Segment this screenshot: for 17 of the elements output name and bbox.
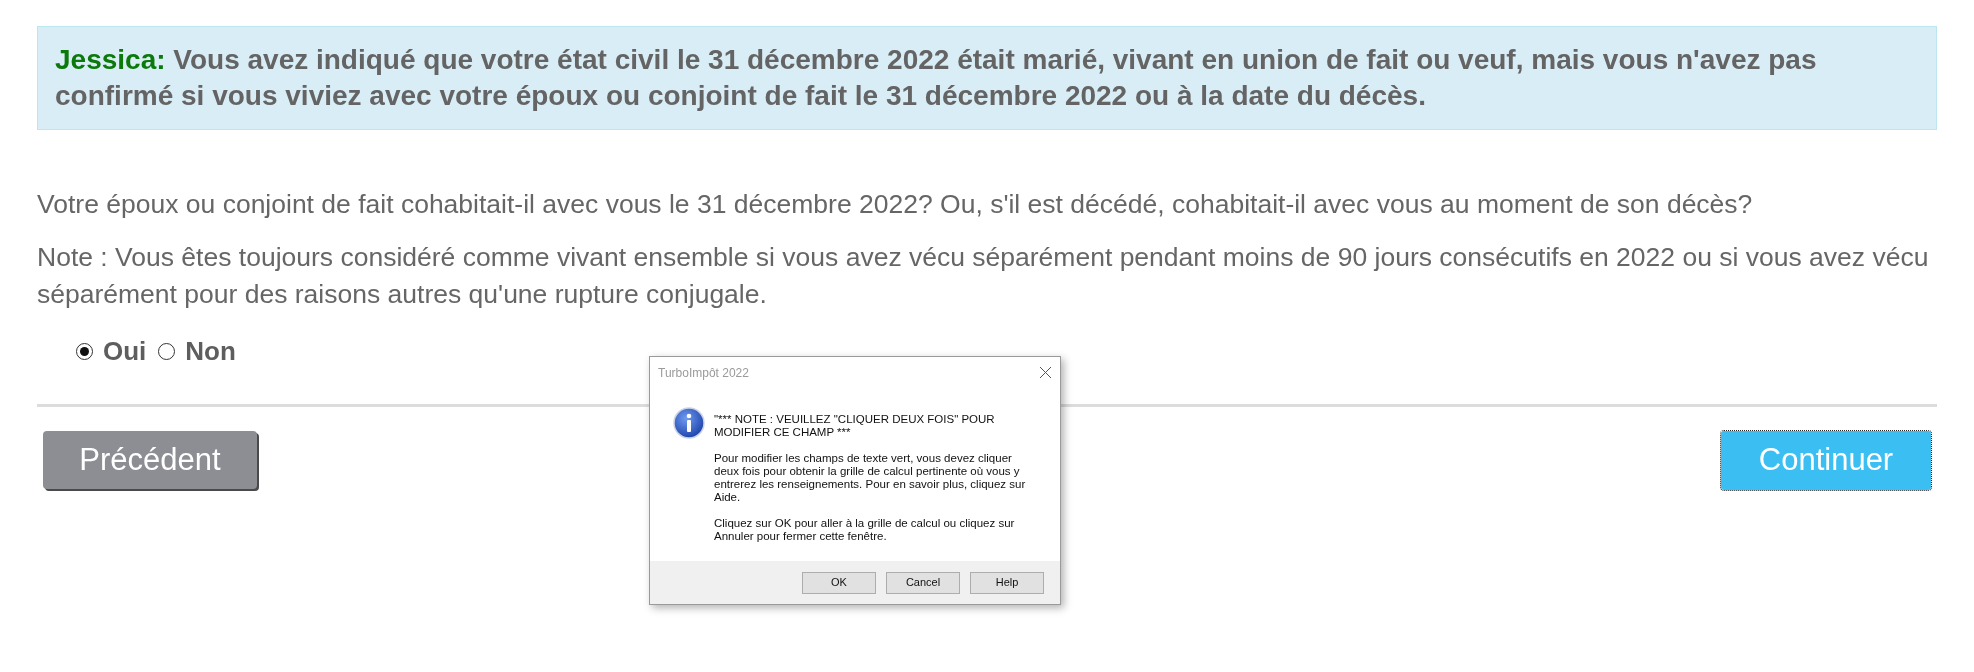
radio-option[interactable]: Oui (76, 331, 147, 371)
question-text: Votre époux ou conjoint de fait cohabitait-il avec vous le 31 décembre 2022? Ou, s'il est décédé, cohabitait-il avec vous au moment de son décès? (37, 188, 1754, 221)
dialog-message: Pour modifier les champs de texte vert, vous devez cliquer deux fois pour obtenir la grille de calcul pertinente où vous y entrerez les renseignements. Pour en savoir plus, cliquez sur Aide. (714, 452, 1027, 504)
dialog-title: TurboImpôt 2022 (658, 364, 749, 382)
radio-option[interactable]: Non (158, 331, 236, 371)
dialog-button[interactable]: Cancel (886, 571, 960, 594)
radio-icon[interactable] (158, 342, 176, 360)
note-text: Note : Vous êtes toujours considéré comme vivant ensemble si vous avez vécu séparément pendant moins de 90 jours consécutifs en 2022 ou si vous avez vécu séparément pour des raisons autres qu'une rupture conjugale. (37, 241, 1930, 311)
info-icon (673, 407, 705, 439)
radio-icon[interactable] (76, 342, 93, 360)
back-button[interactable]: Précédent (43, 431, 257, 489)
dialog-message: Cliquez sur OK pour aller à la grille de calcul ou cliquez sur Annuler pour fermer cette fenêtre. (714, 517, 1016, 543)
alert-message: Jessica: Vous avez indiqué que votre état civil le 31 décembre 2022 était marié, vivant en union de fait ou veuf, mais vous n'avez pas confirmé si vous viviez avec votre époux ou conjoint de fait le 31 décembre 2022 ou à la date du décès. (55, 43, 1818, 113)
close-icon[interactable] (1040, 367, 1051, 378)
dialog-message: "*** NOTE : VEUILLEZ "CLIQUER DEUX FOIS" POUR MODIFIER CE CHAMP *** (714, 413, 996, 439)
dialog-button[interactable]: OK (802, 571, 876, 594)
dialog-button[interactable]: Help (970, 571, 1044, 594)
